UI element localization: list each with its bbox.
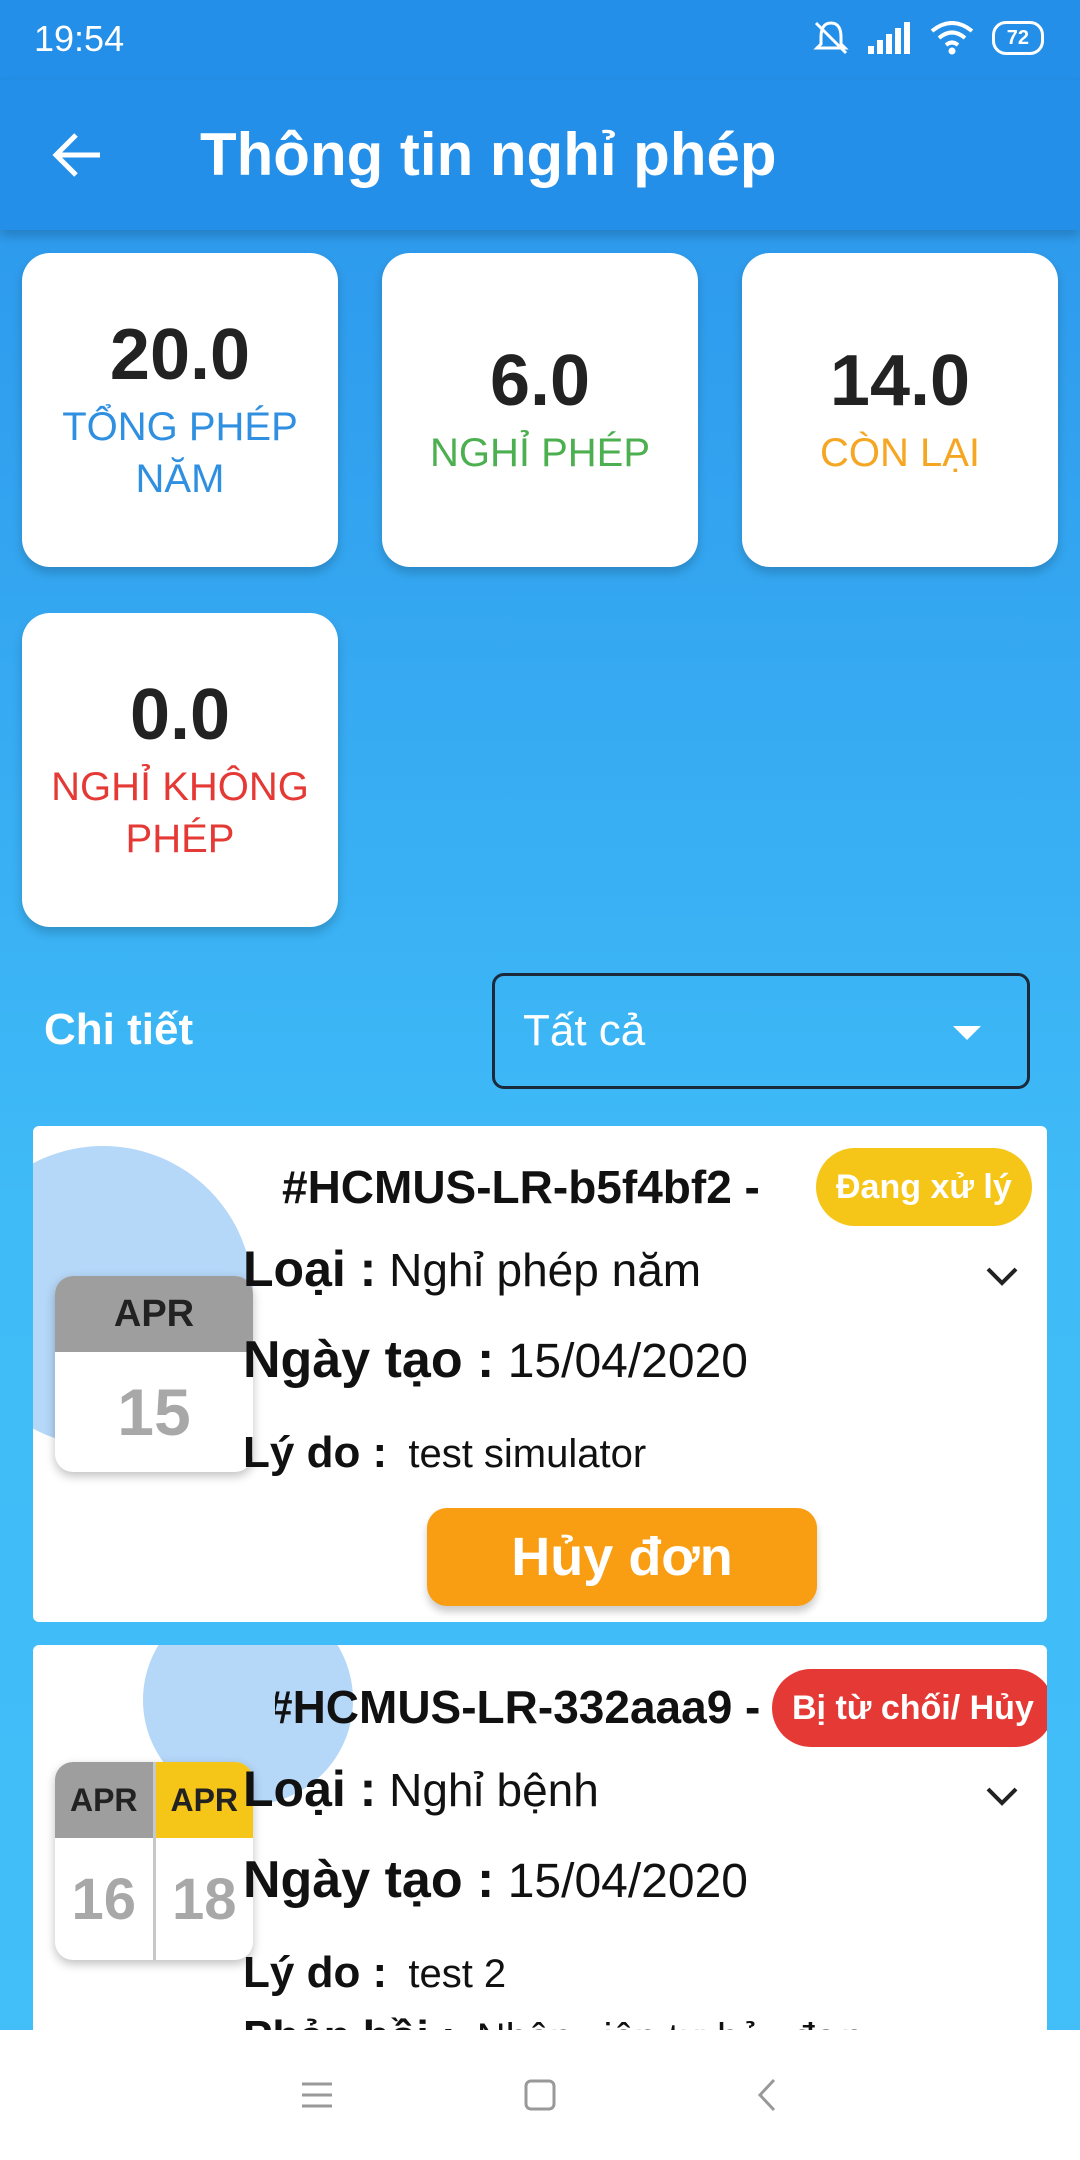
system-nav-bar [0, 2030, 1080, 2160]
app-bar: Thông tin nghỉ phép [0, 80, 1080, 230]
unpaid-leave-label: NGHỈ KHÔNG PHÉP [51, 765, 309, 861]
created-date-row: Ngày tạo : 15/04/2020 [243, 1850, 748, 1910]
start-day: 15 [117, 1375, 191, 1449]
cancel-request-button[interactable]: Hủy đơn [427, 1508, 817, 1606]
dropdown-arrow-icon [953, 1026, 981, 1040]
back-nav-icon[interactable] [742, 2070, 792, 2120]
remaining-leave-label: CÒN LẠI [819, 431, 981, 475]
used-leave-value: 6.0 [489, 341, 591, 421]
leave-type-value: Nghỉ bệnh [389, 1764, 599, 1816]
end-month: APR [155, 1762, 253, 1838]
reason-label: Lý do : [243, 1428, 388, 1477]
leave-type-row: Loại : Nghỉ phép năm [243, 1240, 701, 1298]
remaining-leave-value: 14.0 [829, 341, 971, 421]
end-day: 18 [171, 1866, 237, 1932]
menu-icon[interactable] [292, 2070, 342, 2120]
remaining-leave-card: 14.0 CÒN LẠI [742, 253, 1058, 567]
leave-type-value: Nghỉ phép năm [389, 1244, 702, 1296]
created-date-label: Ngày tạo : [243, 1331, 495, 1389]
status-badge: Đang xử lý [816, 1148, 1032, 1226]
status-time: 19:54 [34, 18, 125, 59]
used-leave-label: NGHỈ PHÉP [429, 431, 651, 475]
start-date-calendar: APR 15 [55, 1276, 253, 1472]
reason-value: test simulator [408, 1432, 647, 1476]
leave-type-label: Loại : [243, 1761, 377, 1817]
start-month: APR [55, 1762, 153, 1838]
status-bar: 19:54 72 [0, 0, 1080, 80]
reason-row: Lý do : test simulator [243, 1428, 646, 1478]
reason-label: Lý do : [243, 1948, 388, 1997]
request-code: #HCMUS-LR-b5f4bf2 - [282, 1161, 760, 1213]
total-leave-label: TỔNG PHÉP NĂM [62, 405, 298, 501]
mute-icon [813, 21, 849, 55]
status-icons: 72 [812, 18, 1044, 58]
wifi-icon [930, 21, 973, 55]
used-leave-card: 6.0 NGHỈ PHÉP [382, 253, 698, 567]
request-code: #HCMUS-LR-332aaa9 - [275, 1681, 761, 1733]
chevron-down-icon[interactable] [984, 1784, 1020, 1808]
battery-indicator: 72 [991, 21, 1044, 55]
leave-type-row: Loại : Nghỉ bệnh [243, 1760, 599, 1818]
status-badge: Bị từ chối/ Hủy [772, 1669, 1047, 1747]
reason-row: Lý do : test 2 [243, 1948, 506, 1998]
arrow-left-icon[interactable] [48, 125, 108, 185]
home-icon[interactable] [515, 2070, 565, 2120]
reason-value: test 2 [408, 1952, 507, 1996]
total-leave-value: 20.0 [109, 315, 251, 395]
chevron-down-icon[interactable] [984, 1264, 1020, 1288]
page-title: Thông tin nghỉ phép [200, 121, 777, 188]
created-date-row: Ngày tạo : 15/04/2020 [243, 1330, 748, 1390]
filter-dropdown[interactable]: Tất cả [492, 973, 1030, 1089]
start-day: 16 [71, 1866, 136, 1932]
filter-value: Tất cả [523, 1006, 646, 1055]
created-date-value: 15/04/2020 [507, 1855, 748, 1908]
details-label: Chi tiết [44, 1005, 194, 1054]
created-date-value: 15/04/2020 [507, 1335, 748, 1388]
start-month: APR [55, 1276, 253, 1352]
signal-icon [867, 22, 910, 54]
unpaid-leave-card: 0.0 NGHỈ KHÔNG PHÉP [22, 613, 338, 927]
date-range-calendar: APR 16 APR 18 [55, 1762, 253, 1960]
leave-type-label: Loại : [243, 1241, 377, 1297]
unpaid-leave-value: 0.0 [129, 675, 231, 755]
total-leave-card: 20.0 TỔNG PHÉP NĂM [22, 253, 338, 567]
created-date-label: Ngày tạo : [243, 1851, 495, 1909]
